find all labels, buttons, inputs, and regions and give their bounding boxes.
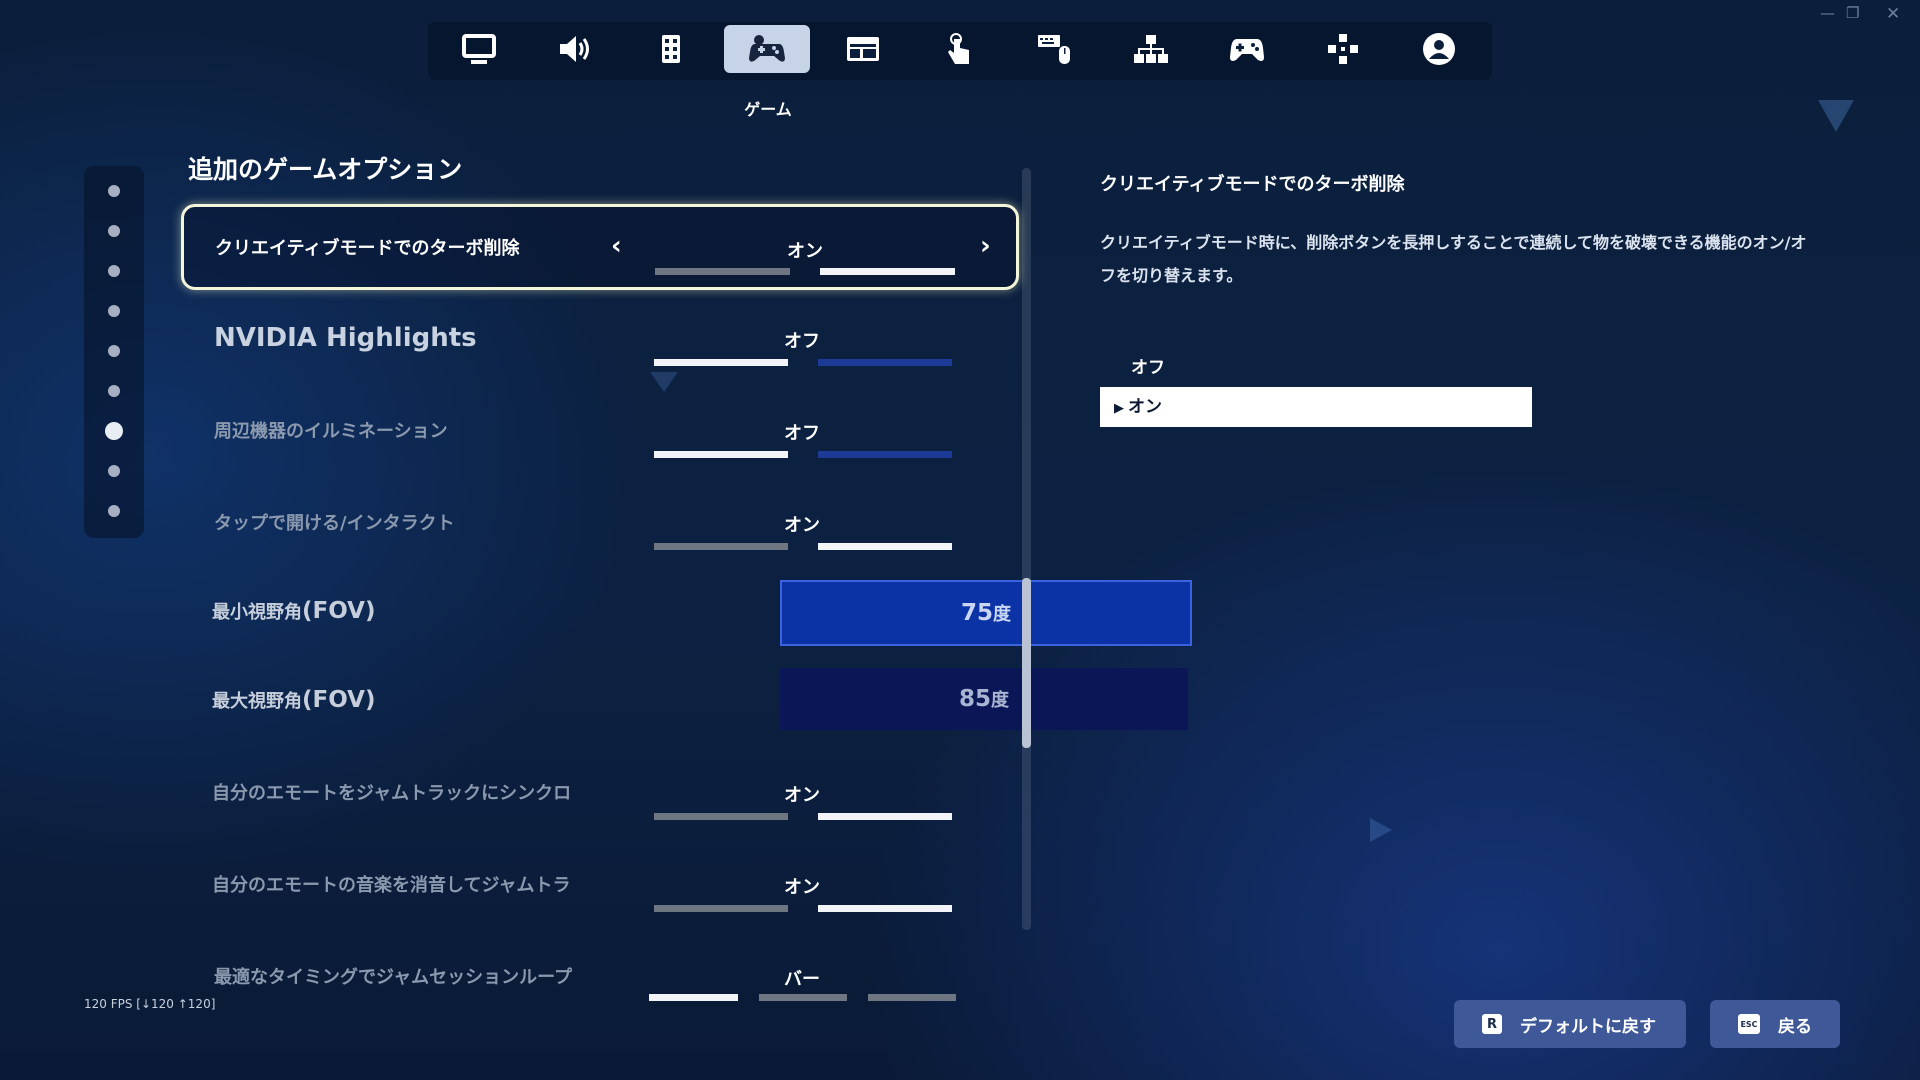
option-bar-on [818, 451, 952, 458]
gamepad-icon [1230, 39, 1264, 61]
setting-label: 周辺機器のイルミネーション [214, 421, 448, 442]
background-triangle [1818, 100, 1854, 132]
option-bar [649, 994, 738, 1001]
section-dot[interactable] [108, 225, 120, 237]
r-key-icon: R [1482, 1014, 1502, 1034]
setting-row-turbo-delete[interactable]: クリエイティブモードでのターボ削除 ‹ オン › [181, 204, 1019, 290]
option-bar-on [820, 268, 955, 275]
fps-counter: 120 FPS [↓120 ↑120] [84, 997, 216, 1011]
section-dot[interactable] [108, 505, 120, 517]
setting-row-max-fov[interactable]: 最大視野角(FOV) 85 度 [180, 660, 1188, 740]
back-label: 戻る [1778, 1016, 1812, 1037]
nav-touch-button[interactable] [916, 25, 1002, 73]
reset-default-label: デフォルトに戻す [1520, 1016, 1656, 1037]
nav-accessibility-button[interactable] [628, 25, 714, 73]
keyboard-mouse-icon [1038, 35, 1070, 64]
caret-right-icon: ▶ [1114, 401, 1124, 416]
setting-row-min-fov[interactable]: 最小視野角(FOV) 75 度 [180, 571, 1192, 651]
setting-row-nvidia-highlights[interactable]: NVIDIA Highlights オフ [180, 298, 1015, 378]
settings-scrollbar[interactable] [1022, 168, 1031, 930]
scrollbar-thumb[interactable] [1022, 578, 1031, 748]
account-card-icon [847, 37, 879, 61]
chevron-right-icon[interactable]: › [980, 231, 991, 261]
setting-value: オフ [784, 331, 820, 352]
option-bar-off [654, 543, 788, 550]
option-bar-on [818, 905, 952, 912]
section-dot[interactable] [108, 465, 120, 477]
background-triangle [1370, 818, 1392, 842]
setting-label: 最大視野角(FOV) [212, 687, 376, 713]
option-bar-on [818, 359, 952, 366]
nav-game-button[interactable] [724, 25, 810, 73]
setting-value: オン [784, 785, 820, 806]
touch-icon [948, 33, 969, 64]
game-controller-settings-icon [749, 35, 785, 62]
nav-network-button[interactable] [1108, 25, 1194, 73]
nav-audio-button[interactable] [532, 25, 618, 73]
network-icon [1134, 35, 1168, 63]
setting-row-emote-sync[interactable]: 自分のエモートをジャムトラックにシンクロ オン [180, 752, 1015, 832]
setting-label: タップで開ける/インタラクト [214, 513, 455, 534]
nav-controller-button[interactable] [1204, 25, 1290, 73]
option-bar-on [818, 813, 952, 820]
option-bar-off [654, 451, 788, 458]
nav-account-card-button[interactable] [820, 25, 906, 73]
accessibility-icon [662, 35, 680, 63]
setting-value: オン [784, 515, 820, 536]
setting-label: 最小視野角(FOV) [212, 598, 376, 624]
setting-row-peripheral-illumination[interactable]: 周辺機器のイルミネーション オフ [180, 390, 1015, 470]
max-fov-input[interactable]: 85 度 [780, 668, 1188, 730]
option-bar-on [818, 543, 952, 550]
setting-label: クリエイティブモードでのターボ削除 [215, 238, 520, 259]
setting-label: NVIDIA Highlights [214, 323, 477, 353]
setting-row-tap-to-open[interactable]: タップで開ける/インタラクト オン [180, 482, 1015, 562]
setting-label: 自分のエモートをジャムトラックにシンクロ [212, 783, 572, 804]
active-tab-label: ゲーム [744, 100, 792, 119]
nav-video-button[interactable] [436, 25, 522, 73]
minimize-icon[interactable]: — [1820, 4, 1835, 22]
min-fov-input[interactable]: 75 度 [780, 580, 1192, 646]
restore-icon[interactable]: ❐ [1846, 4, 1859, 22]
detail-title: クリエイティブモードでのターボ削除 [1100, 174, 1405, 195]
option-bar-off [654, 813, 788, 820]
section-dot[interactable] [108, 305, 120, 317]
close-icon[interactable]: ✕ [1886, 4, 1900, 24]
setting-label: 最適なタイミングでジャムセッションループ [214, 967, 573, 988]
setting-label: 自分のエモートの音楽を消音してジャムトラ [212, 875, 571, 896]
section-dot[interactable] [108, 345, 120, 357]
setting-row-emote-mute[interactable]: 自分のエモートの音楽を消音してジャムトラ オン [180, 844, 1015, 924]
option-bar-off [654, 905, 788, 912]
setting-value: オフ [784, 423, 820, 444]
section-title: 追加のゲームオプション [188, 155, 463, 184]
setting-value: オン [787, 241, 823, 262]
esc-key-icon: ESC [1738, 1014, 1760, 1034]
setting-value: バー [784, 969, 820, 990]
chevron-left-icon[interactable]: ‹ [611, 231, 622, 261]
monitor-icon [462, 34, 496, 64]
detail-option-off[interactable]: オフ [1100, 348, 1532, 388]
section-dot-current[interactable] [105, 422, 123, 440]
reset-default-button[interactable]: R デフォルトに戻す [1454, 1000, 1686, 1048]
option-bar [868, 994, 956, 1001]
account-icon [1423, 33, 1455, 65]
option-bar-off [654, 359, 788, 366]
settings-category-nav [428, 22, 1492, 80]
option-bar-off [655, 268, 790, 275]
controller-buttons-icon [1328, 34, 1358, 64]
speaker-icon [560, 36, 589, 62]
detail-description: クリエイティブモード時に、削除ボタンを長押しすることで連続して物を破壊できる機能… [1100, 233, 1807, 285]
back-button[interactable]: ESC 戻る [1710, 1000, 1840, 1048]
option-bar [759, 994, 847, 1001]
nav-account-button[interactable] [1396, 25, 1482, 73]
section-dot[interactable] [108, 385, 120, 397]
section-dot[interactable] [108, 185, 120, 197]
section-dot[interactable] [108, 265, 120, 277]
setting-value: オン [784, 877, 820, 898]
setting-row-jam-loop[interactable]: 最適なタイミングでジャムセッションループ バー [180, 936, 1015, 1016]
detail-option-on[interactable]: ▶ オン [1100, 387, 1532, 427]
nav-keyboard-mouse-button[interactable] [1012, 25, 1098, 73]
section-progress-rail [84, 166, 144, 538]
nav-button-mapping-button[interactable] [1300, 25, 1386, 73]
